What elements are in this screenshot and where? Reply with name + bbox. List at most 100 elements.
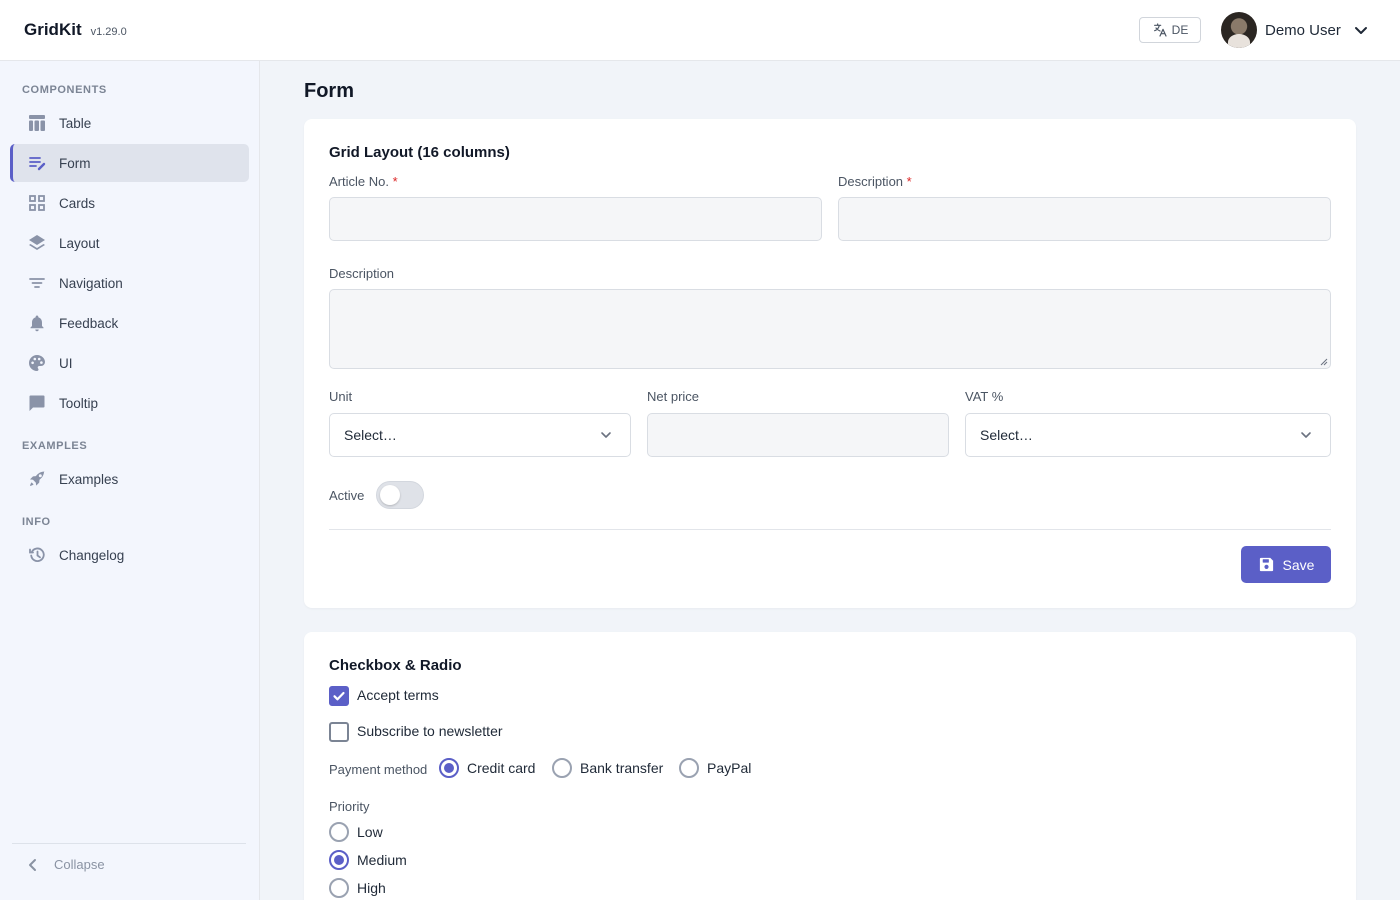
sidebar-section-components: COMPONENTS: [22, 84, 107, 96]
check-icon: [333, 691, 345, 701]
sidebar-item-label: Form: [59, 155, 91, 171]
newsletter-checkbox[interactable]: [329, 722, 349, 742]
description-long-label: Description: [329, 266, 395, 281]
net-price-input[interactable]: [647, 413, 949, 457]
sidebar-item-table[interactable]: Table: [10, 104, 249, 142]
main-content: Form Grid Layout (16 columns) Article No…: [260, 61, 1400, 900]
sidebar-item-label: Navigation: [59, 275, 123, 291]
unit-label: Unit: [329, 389, 353, 404]
sidebar-item-tooltip[interactable]: Tooltip: [10, 384, 249, 422]
sidebar-item-label: Changelog: [59, 547, 125, 563]
priority-option-label[interactable]: High: [357, 880, 386, 896]
active-toggle[interactable]: [376, 481, 424, 509]
card-title: Checkbox & Radio: [329, 657, 462, 674]
priority-radio-medium[interactable]: [329, 850, 349, 870]
chevron-down-icon: [601, 432, 611, 438]
description-short-input[interactable]: [838, 197, 1331, 241]
required-marker: *: [392, 174, 398, 189]
priority-option-label[interactable]: Medium: [357, 852, 407, 868]
palette-icon: [28, 354, 46, 372]
payment-radio-paypal[interactable]: [679, 758, 699, 778]
sidebar-section-examples: EXAMPLES: [22, 440, 88, 452]
brand: GridKit v1.29.0: [24, 20, 127, 40]
sidebar-item-label: Feedback: [59, 315, 119, 331]
description-textarea[interactable]: [329, 289, 1331, 369]
payment-option-label[interactable]: PayPal: [707, 760, 751, 776]
priority-radio-high[interactable]: [329, 878, 349, 898]
sidebar-item-layout[interactable]: Layout: [10, 224, 249, 262]
chevron-down-icon: [1354, 27, 1367, 34]
payment-radio-bank-transfer[interactable]: [552, 758, 572, 778]
article-no-label: Article No. *: [329, 174, 398, 189]
sidebar-item-changelog[interactable]: Changelog: [10, 536, 249, 574]
save-button[interactable]: Save: [1241, 546, 1331, 583]
user-name: Demo User: [1265, 21, 1341, 39]
chevron-left-icon: [29, 858, 36, 871]
sidebar-item-label: Layout: [59, 235, 100, 251]
vat-select[interactable]: Select…: [965, 413, 1331, 457]
unit-select[interactable]: Select…: [329, 413, 631, 457]
save-label: Save: [1282, 556, 1315, 573]
sidebar-section-info: INFO: [22, 516, 51, 528]
user-menu[interactable]: Demo User: [1221, 12, 1369, 48]
article-no-input[interactable]: [329, 197, 822, 241]
accept-terms-label[interactable]: Accept terms: [357, 687, 439, 703]
page-title: Form: [304, 80, 354, 102]
checkbox-radio-card: Checkbox & Radio Accept terms Subscribe …: [304, 632, 1356, 900]
payment-option-label[interactable]: Bank transfer: [580, 760, 663, 776]
history-icon: [28, 546, 46, 564]
translate-icon: [1153, 23, 1167, 37]
sidebar-divider: [12, 843, 246, 844]
top-bar: GridKit v1.29.0 DE Demo User: [0, 0, 1400, 61]
priority-label: Priority: [329, 799, 370, 814]
vat-select-value: Select…: [980, 427, 1033, 443]
layers-icon: [28, 234, 46, 252]
app-version: v1.29.0: [90, 26, 127, 38]
payment-option-label[interactable]: Credit card: [467, 760, 535, 776]
sidebar-item-label: Tooltip: [59, 395, 99, 411]
avatar: [1221, 12, 1257, 48]
payment-method-label: Payment method: [329, 762, 428, 777]
save-icon: [1259, 557, 1273, 572]
collapse-button[interactable]: Collapse: [26, 857, 105, 872]
language-button[interactable]: DE: [1139, 17, 1201, 43]
form-divider: [329, 529, 1331, 530]
sidebar-item-label: Examples: [59, 471, 119, 487]
form-edit-icon: [28, 154, 46, 172]
vat-label: VAT %: [965, 389, 1004, 404]
chevron-down-icon: [1301, 432, 1311, 438]
sidebar-item-form[interactable]: Form: [10, 144, 249, 182]
sidebar-item-examples[interactable]: Examples: [10, 460, 249, 498]
sidebar-item-label: UI: [59, 355, 73, 371]
collapse-label: Collapse: [54, 857, 105, 872]
toggle-knob: [380, 485, 400, 505]
unit-select-value: Select…: [344, 427, 397, 443]
sidebar-item-feedback[interactable]: Feedback: [10, 304, 249, 342]
active-label: Active: [329, 488, 365, 503]
sidebar-item-label: Table: [59, 115, 92, 131]
payment-radio-credit-card[interactable]: [439, 758, 459, 778]
resize-handle-icon[interactable]: [1320, 358, 1328, 366]
priority-option-label[interactable]: Low: [357, 824, 383, 840]
required-marker: *: [906, 174, 912, 189]
sidebar-item-cards[interactable]: Cards: [10, 184, 249, 222]
table-icon: [28, 114, 46, 132]
bell-icon: [28, 314, 46, 332]
chat-bubble-icon: [28, 394, 46, 412]
filter-lines-icon: [28, 274, 46, 292]
grid-icon: [28, 194, 46, 212]
card-title: Grid Layout (16 columns): [329, 144, 510, 161]
language-label: DE: [1171, 23, 1189, 37]
grid-layout-card: Grid Layout (16 columns) Article No. * D…: [304, 119, 1356, 608]
sidebar-item-label: Cards: [59, 195, 96, 211]
newsletter-label[interactable]: Subscribe to newsletter: [357, 723, 503, 739]
sidebar-item-navigation[interactable]: Navigation: [10, 264, 249, 302]
accept-terms-checkbox[interactable]: [329, 686, 349, 706]
rocket-icon: [28, 470, 46, 488]
sidebar: COMPONENTS Table Form Cards Layout Navig…: [0, 61, 260, 900]
net-price-label: Net price: [647, 389, 700, 404]
app-name: GridKit: [24, 20, 82, 39]
description-short-label: Description *: [838, 174, 912, 189]
sidebar-item-ui[interactable]: UI: [10, 344, 249, 382]
priority-radio-low[interactable]: [329, 822, 349, 842]
